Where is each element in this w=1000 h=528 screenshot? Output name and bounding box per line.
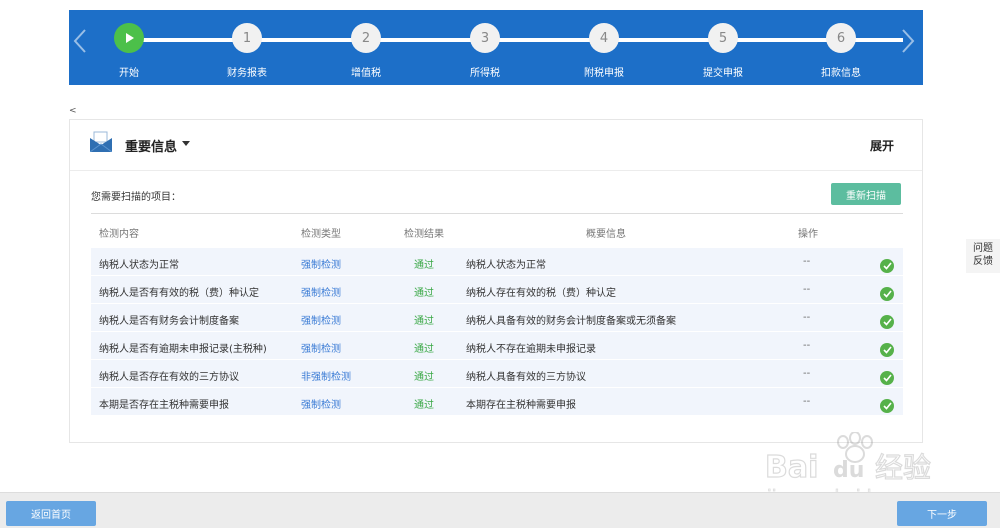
important-info-panel: 重要信息 展开 您需要扫描的项目： 重新扫描 检测内容 检测类型 检测结果 概要… — [69, 119, 923, 443]
collapse-toggle[interactable]: < — [69, 106, 77, 116]
step-number: 1 — [232, 23, 262, 53]
table-row: 纳税人是否有逾期未申报记录(主税种) 强制检测 通过 纳税人不存在逾期未申报记录… — [91, 332, 903, 360]
check-icon — [880, 371, 894, 385]
check-icon — [880, 399, 894, 413]
step-label: 增值税 — [351, 68, 381, 79]
cell-summary: 纳税人状态为正常 — [466, 260, 546, 271]
watermark-brand: Bai — [765, 450, 818, 485]
step-1[interactable]: 1 财务报表 — [202, 23, 292, 79]
check-icon — [880, 315, 894, 329]
footer-bar: 返回首页 下一步 — [0, 492, 1000, 528]
cell-op: -- — [803, 256, 811, 267]
panel-title: 重要信息 — [125, 140, 178, 155]
cell-content: 纳税人是否有有效的税（费）种认定 — [99, 288, 259, 299]
watermark-brand2: du — [833, 458, 864, 483]
feedback-label-2: 反馈 — [973, 256, 993, 267]
watermark-cn: 经验 — [875, 451, 931, 484]
expand-button[interactable]: 展开 — [870, 137, 894, 154]
cell-result: 通过 — [414, 400, 434, 411]
step-number: 5 — [708, 23, 738, 53]
cell-content: 本期是否存在主税种需要申报 — [99, 400, 229, 411]
play-icon — [114, 23, 144, 53]
cell-content: 纳税人状态为正常 — [99, 260, 179, 271]
cell-type: 强制检测 — [301, 288, 341, 299]
step-number: 2 — [351, 23, 381, 53]
check-table: 检测内容 检测类型 检测结果 概要信息 操作 纳税人状态为正常 强制检测 通过 … — [91, 213, 903, 416]
col-header-content: 检测内容 — [99, 229, 139, 240]
col-header-type: 检测类型 — [301, 229, 341, 240]
step-5[interactable]: 5 提交申报 — [678, 23, 768, 79]
table-row: 纳税人是否有财务会计制度备案 强制检测 通过 纳税人具备有效的财务会计制度备案或… — [91, 304, 903, 332]
cell-op: -- — [803, 396, 811, 407]
cell-type: 强制检测 — [301, 260, 341, 271]
step-4[interactable]: 4 附税申报 — [559, 23, 649, 79]
cell-type: 强制检测 — [301, 400, 341, 411]
check-icon — [880, 287, 894, 301]
table-header: 检测内容 检测类型 检测结果 概要信息 操作 — [91, 214, 903, 248]
step-label: 开始 — [119, 68, 139, 79]
chevron-right-icon[interactable] — [901, 28, 921, 54]
cell-summary: 纳税人具备有效的财务会计制度备案或无须备案 — [466, 316, 676, 327]
cell-summary: 纳税人存在有效的税（费）种认定 — [466, 288, 616, 299]
cell-content: 纳税人是否存在有效的三方协议 — [99, 372, 239, 383]
cell-type: 强制检测 — [301, 316, 341, 327]
step-start[interactable]: 开始 — [84, 23, 174, 79]
scan-items-label: 您需要扫描的项目： — [91, 192, 181, 203]
cell-op: -- — [803, 312, 811, 323]
cell-result: 通过 — [414, 316, 434, 327]
cell-result: 通过 — [414, 372, 434, 383]
step-number: 3 — [470, 23, 500, 53]
table-row: 纳税人状态为正常 强制检测 通过 纳税人状态为正常 -- — [91, 248, 903, 276]
back-home-button[interactable]: 返回首页 — [6, 501, 96, 526]
col-header-result: 检测结果 — [404, 229, 444, 240]
rescan-button[interactable]: 重新扫描 — [831, 183, 901, 205]
step-number: 6 — [826, 23, 856, 53]
table-row: 纳税人是否存在有效的三方协议 非强制检测 通过 纳税人具备有效的三方协议 -- — [91, 360, 903, 388]
step-6[interactable]: 6 扣款信息 — [796, 23, 886, 79]
check-icon — [880, 259, 894, 273]
step-label: 附税申报 — [584, 68, 624, 79]
cell-type: 非强制检测 — [301, 372, 351, 383]
step-label: 提交申报 — [703, 68, 743, 79]
step-label: 所得税 — [470, 68, 500, 79]
cell-result: 通过 — [414, 288, 434, 299]
table-row: 本期是否存在主税种需要申报 强制检测 通过 本期存在主税种需要申报 -- — [91, 388, 903, 416]
feedback-tab[interactable]: 问题 反馈 — [966, 239, 1000, 273]
cell-content: 纳税人是否有逾期未申报记录(主税种) — [99, 344, 267, 355]
step-label: 扣款信息 — [821, 68, 861, 79]
panel-header: 重要信息 展开 — [70, 120, 922, 171]
check-icon — [880, 343, 894, 357]
envelope-icon — [89, 131, 113, 153]
cell-result: 通过 — [414, 344, 434, 355]
step-number: 4 — [589, 23, 619, 53]
next-step-button[interactable]: 下一步 — [897, 501, 987, 526]
cell-op: -- — [803, 368, 811, 379]
caret-down-icon[interactable] — [182, 141, 190, 146]
step-label: 财务报表 — [227, 68, 267, 79]
table-row: 纳税人是否有有效的税（费）种认定 强制检测 通过 纳税人存在有效的税（费）种认定… — [91, 276, 903, 304]
step-2[interactable]: 2 增值税 — [321, 23, 411, 79]
cell-op: -- — [803, 284, 811, 295]
step-3[interactable]: 3 所得税 — [440, 23, 530, 79]
col-header-op: 操作 — [798, 229, 818, 240]
cell-type: 强制检测 — [301, 344, 341, 355]
cell-content: 纳税人是否有财务会计制度备案 — [99, 316, 239, 327]
cell-op: -- — [803, 340, 811, 351]
cell-summary: 纳税人具备有效的三方协议 — [466, 372, 586, 383]
cell-result: 通过 — [414, 260, 434, 271]
col-header-summary: 概要信息 — [586, 229, 626, 240]
progress-stepper: 开始 1 财务报表 2 增值税 3 所得税 4 附税申报 5 提交申报 6 扣款… — [69, 10, 923, 85]
feedback-label-1: 问题 — [973, 243, 993, 254]
cell-summary: 纳税人不存在逾期未申报记录 — [466, 344, 596, 355]
cell-summary: 本期存在主税种需要申报 — [466, 400, 576, 411]
